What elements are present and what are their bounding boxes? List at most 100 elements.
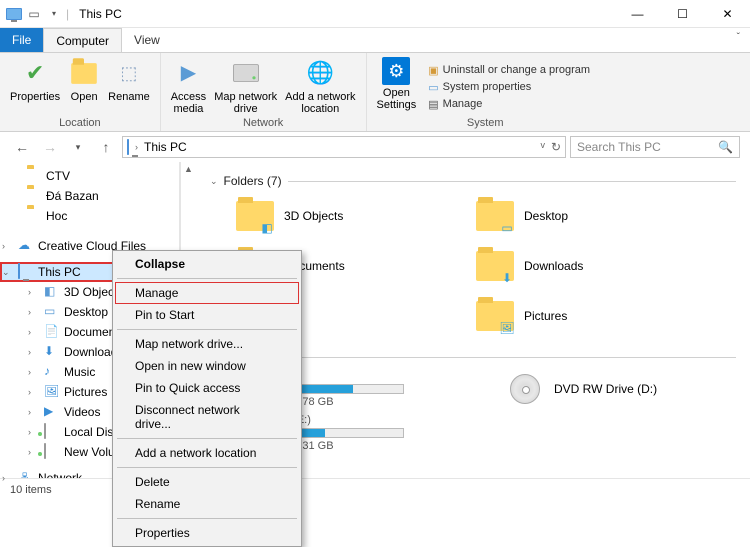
- drive-c-sub: of 178 GB: [284, 396, 404, 408]
- open-settings-button[interactable]: ⚙ Open Settings: [373, 57, 421, 117]
- chevron-right-icon[interactable]: ›: [2, 473, 5, 478]
- search-placeholder: Search This PC: [577, 140, 661, 154]
- rename-icon: ⬚: [113, 57, 145, 89]
- ctx-pin-quick-access[interactable]: Pin to Quick access: [115, 377, 299, 399]
- system-group-label: System: [373, 117, 599, 131]
- open-button[interactable]: Open: [64, 57, 104, 117]
- ctx-map-drive[interactable]: Map network drive...: [115, 333, 299, 355]
- back-button[interactable]: ←: [10, 135, 34, 159]
- folders-header[interactable]: ⌄ Folders (7): [210, 174, 736, 188]
- drive-dvd[interactable]: DVD RW Drive (D:): [506, 370, 736, 408]
- manage-small-icon: ▤: [428, 98, 438, 111]
- up-button[interactable]: ↑: [94, 135, 118, 159]
- chevron-right-icon[interactable]: ›: [28, 387, 31, 397]
- recent-dropdown[interactable]: ▾: [66, 135, 90, 159]
- ctx-manage[interactable]: Manage: [115, 282, 299, 304]
- chevron-down-icon[interactable]: ⌄: [210, 176, 218, 187]
- chevron-right-icon[interactable]: ›: [28, 407, 31, 417]
- tree-dabazan[interactable]: Đá Bazan: [0, 186, 179, 206]
- rename-label: Rename: [108, 91, 150, 103]
- chevron-right-icon[interactable]: ›: [28, 347, 31, 357]
- minimize-button[interactable]: ―: [615, 0, 660, 28]
- cube-icon: ◧: [258, 219, 276, 237]
- dvd-icon: [506, 370, 544, 408]
- access-media-button[interactable]: ▶ Access media: [167, 57, 210, 117]
- globe-icon: 🌐: [304, 57, 336, 89]
- refresh-button[interactable]: ↻: [551, 140, 561, 154]
- titlebar: ▭ ▾ | This PC ― ☐ ✕: [0, 0, 750, 28]
- drive-c-label: :): [284, 370, 404, 382]
- drive-icon: [230, 57, 262, 89]
- uninstall-link[interactable]: ▣Uninstall or change a program: [428, 64, 590, 77]
- ctx-properties[interactable]: Properties: [115, 522, 299, 544]
- tree-ctv[interactable]: CTV: [0, 166, 179, 186]
- ctx-rename[interactable]: Rename: [115, 493, 299, 515]
- gear-icon: ⚙: [382, 57, 410, 85]
- chevron-right-icon[interactable]: ›: [28, 287, 31, 297]
- ribbon-collapse-icon[interactable]: ˇ: [727, 28, 750, 52]
- map-drive-label: Map network drive: [214, 91, 277, 115]
- sysprops-link[interactable]: ▭System properties: [428, 81, 590, 94]
- chevron-right-icon[interactable]: ›: [2, 241, 5, 251]
- close-button[interactable]: ✕: [705, 0, 750, 28]
- folder-downloads[interactable]: ⬇ Downloads: [476, 244, 676, 288]
- ctx-collapse[interactable]: Collapse: [115, 253, 299, 275]
- address-bar[interactable]: › This PC v ↻: [122, 136, 566, 158]
- manage-link[interactable]: ▤Manage: [428, 98, 590, 111]
- ctx-disconnect-drive[interactable]: Disconnect network drive...: [115, 399, 299, 435]
- chevron-down-icon[interactable]: ⌄: [2, 267, 10, 278]
- item-count: 10 items: [10, 484, 52, 496]
- maximize-button[interactable]: ☐: [660, 0, 705, 28]
- system-links: ▣Uninstall or change a program ▭System p…: [420, 57, 598, 117]
- address-chevron-icon[interactable]: ›: [135, 142, 138, 152]
- separator: [117, 438, 297, 439]
- chevron-right-icon[interactable]: ›: [28, 327, 31, 337]
- drive-e-label: e (E:): [284, 414, 404, 426]
- search-box[interactable]: Search This PC 🔍: [570, 136, 740, 158]
- map-drive-button[interactable]: Map network drive: [210, 57, 281, 117]
- ctx-add-network-location[interactable]: Add a network location: [115, 442, 299, 464]
- pc-small-icon: ▭: [428, 81, 438, 94]
- forward-button[interactable]: →: [38, 135, 62, 159]
- chevron-right-icon[interactable]: ›: [28, 367, 31, 377]
- address-dropdown-icon[interactable]: v: [540, 140, 545, 154]
- drive-dvd-label: DVD RW Drive (D:): [554, 382, 657, 396]
- ctx-pin-start[interactable]: Pin to Start: [115, 304, 299, 326]
- navbar: ← → ▾ ↑ › This PC v ↻ Search This PC 🔍: [0, 132, 750, 162]
- qat-dropdown-icon[interactable]: ▾: [46, 6, 62, 22]
- search-icon: 🔍: [718, 140, 733, 154]
- open-settings-label: Open Settings: [377, 87, 417, 111]
- chevron-right-icon[interactable]: ›: [28, 427, 31, 437]
- add-location-button[interactable]: 🌐 Add a network location: [281, 57, 359, 117]
- tree-hoc[interactable]: Hoc: [0, 206, 179, 226]
- window-title: This PC: [79, 7, 122, 21]
- folder-3d-objects[interactable]: ◧ 3D Objects: [236, 194, 436, 238]
- location-group-label: Location: [6, 117, 154, 131]
- rename-button[interactable]: ⬚ Rename: [104, 57, 154, 117]
- quick-access-toolbar: ▭ ▾ |: [0, 6, 69, 22]
- box-icon: ▣: [428, 64, 438, 77]
- chevron-right-icon[interactable]: ›: [28, 307, 31, 317]
- ribbon-group-system: ⚙ Open Settings ▣Uninstall or change a p…: [367, 53, 605, 131]
- download-icon: ⬇: [498, 269, 516, 287]
- folder-pictures[interactable]: 🖼 Pictures: [476, 294, 676, 338]
- ribbon-tabs: File Computer View ˇ: [0, 28, 750, 52]
- folder-desktop[interactable]: ▭ Desktop: [476, 194, 676, 238]
- qat-properties-icon[interactable]: ▭: [26, 6, 42, 22]
- tab-computer[interactable]: Computer: [43, 28, 122, 52]
- ctx-open-new-window[interactable]: Open in new window: [115, 355, 299, 377]
- check-icon: ✔: [19, 57, 51, 89]
- scroll-up-icon[interactable]: ▲: [184, 162, 193, 176]
- ribbon: ✔ Properties Open ⬚ Rename Location ▶ Ac…: [0, 52, 750, 132]
- chevron-right-icon[interactable]: ›: [28, 447, 31, 457]
- separator: [117, 467, 297, 468]
- ribbon-group-location: ✔ Properties Open ⬚ Rename Location: [0, 53, 161, 131]
- image-icon: 🖼: [498, 319, 516, 337]
- tab-file[interactable]: File: [0, 28, 43, 52]
- folders-grid: ◧ 3D Objects ▭ Desktop 📄 Documents ⬇ Dow…: [236, 194, 736, 338]
- tab-view[interactable]: View: [122, 28, 172, 52]
- properties-button[interactable]: ✔ Properties: [6, 57, 64, 117]
- address-text: This PC: [144, 140, 187, 154]
- ctx-delete[interactable]: Delete: [115, 471, 299, 493]
- separator: [117, 518, 297, 519]
